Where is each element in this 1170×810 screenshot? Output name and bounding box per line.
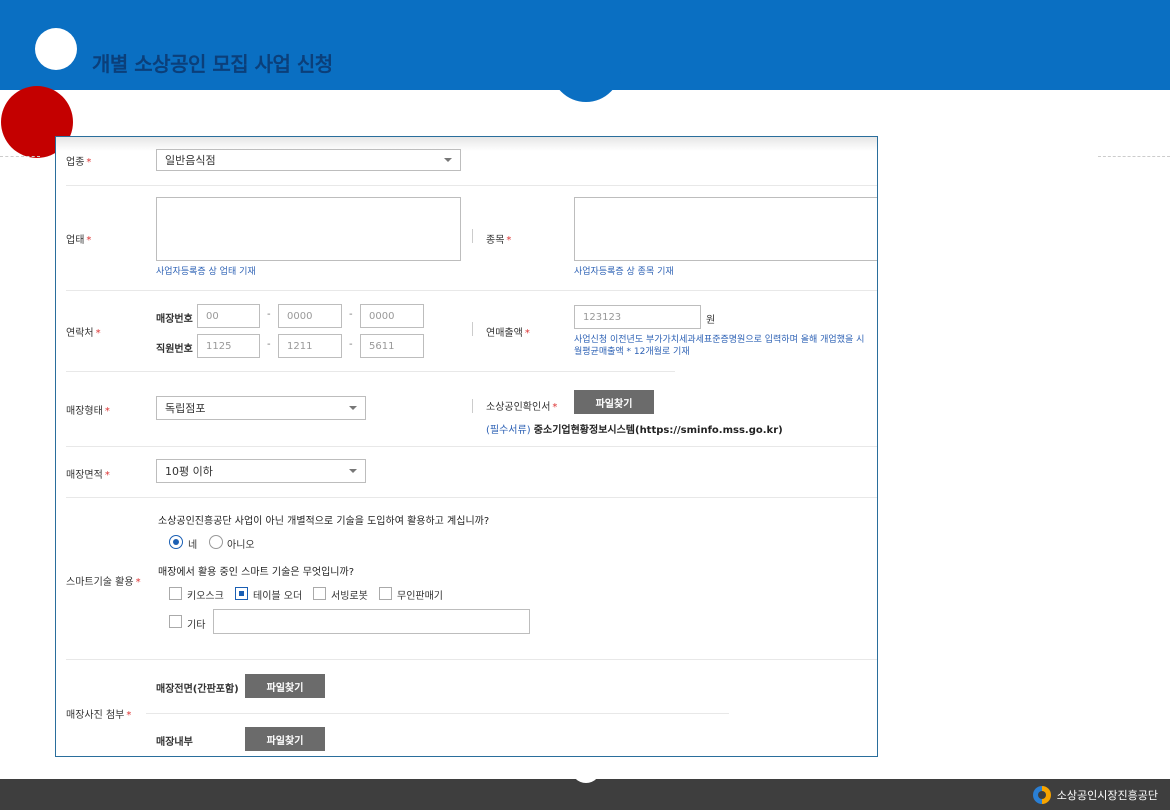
kiosk-label: 키오스크 bbox=[187, 591, 224, 602]
store-form-select[interactable]: 독립점포 bbox=[156, 396, 366, 420]
store-area-select[interactable]: 10평 이하 bbox=[156, 459, 366, 483]
yes-radio-label: 네 bbox=[188, 540, 198, 551]
front-photo-file-button[interactable]: 파일찾기 bbox=[245, 674, 325, 698]
store-phone-label: 매장번호 bbox=[156, 314, 193, 325]
chevron-down-icon bbox=[444, 158, 452, 162]
no-radio[interactable] bbox=[209, 535, 223, 549]
dashed-guide-right bbox=[1098, 156, 1170, 157]
sales-label: 연매출액 * bbox=[486, 328, 530, 339]
sales-hint-line2: 월평균매출액 * 12개월로 기재 bbox=[574, 347, 690, 357]
industry-label: 업종 * bbox=[66, 157, 92, 168]
yes-radio[interactable] bbox=[169, 535, 183, 549]
inside-photo-label: 매장내부 bbox=[156, 737, 193, 748]
inside-photo-file-button[interactable]: 파일찾기 bbox=[245, 727, 325, 751]
smart-tech-question1: 소상공인진흥공단 사업이 아닌 개별적으로 기술을 도입하여 활용하고 계십니까… bbox=[158, 516, 490, 527]
front-photo-label: 매장전면(간판포함) bbox=[156, 684, 239, 695]
agency-logo-icon bbox=[1032, 786, 1051, 804]
footer-logo: 소상공인시장진흥공단 bbox=[1032, 786, 1158, 804]
other-checkbox[interactable] bbox=[169, 615, 182, 628]
serving-robot-checkbox[interactable] bbox=[313, 587, 326, 600]
header-bump-decoration bbox=[551, 62, 621, 102]
staff-phone-part3[interactable]: 5611 bbox=[360, 334, 424, 358]
page-title: 개별 소상공인 모집 사업 신청 bbox=[92, 52, 333, 76]
smart-tech-question2: 매장에서 활용 중인 스마트 기술은 무엇입니까? bbox=[158, 567, 355, 578]
business-type-textarea[interactable] bbox=[156, 197, 461, 261]
staff-phone-part2[interactable]: 1211 bbox=[278, 334, 342, 358]
contact-label: 연락처 * bbox=[66, 328, 101, 339]
store-phone-part2[interactable]: 0000 bbox=[278, 304, 342, 328]
dashed-guide-left bbox=[0, 156, 40, 157]
header-circle-decoration bbox=[35, 28, 77, 70]
item-hint: 사업자등록증 상 종목 기재 bbox=[574, 267, 674, 277]
vending-machine-checkbox[interactable] bbox=[379, 587, 392, 600]
business-type-label: 업태 * bbox=[66, 235, 92, 246]
staff-phone-part1[interactable]: 1125 bbox=[197, 334, 260, 358]
kiosk-checkbox[interactable] bbox=[169, 587, 182, 600]
store-area-label: 매장면적 * bbox=[66, 470, 110, 481]
chevron-down-icon bbox=[349, 469, 357, 473]
header-bar: 개별 소상공인 모집 사업 신청 bbox=[0, 0, 1170, 102]
staff-phone-label: 직원번호 bbox=[156, 344, 193, 355]
vending-machine-label: 무인판매기 bbox=[397, 591, 443, 602]
footer-bar: 소상공인시장진흥공단 bbox=[0, 779, 1170, 810]
store-form-label: 매장형태 * bbox=[66, 406, 110, 417]
item-label: 종목 * bbox=[486, 235, 512, 246]
certificate-note: (필수서류) 중소기업현황정보시스템(https://sminfo.mss.go… bbox=[486, 425, 783, 436]
industry-select[interactable]: 일반음식점 bbox=[156, 149, 461, 171]
annual-sales-input[interactable]: 123123 bbox=[574, 305, 701, 329]
business-type-hint: 사업자등록증 상 업태 기재 bbox=[156, 267, 256, 277]
store-photo-label: 매장사진 첨부 * bbox=[66, 710, 132, 721]
application-form-screenshot: 업종 * 일반음식점 업태 * 사업자등록증 상 업태 기재 종목 * 사업자등록증 … bbox=[55, 136, 878, 757]
no-radio-label: 아니오 bbox=[227, 540, 255, 551]
certificate-file-button[interactable]: 파일찾기 bbox=[574, 390, 654, 414]
serving-robot-label: 서빙로봇 bbox=[331, 591, 368, 602]
store-phone-part3[interactable]: 0000 bbox=[360, 304, 424, 328]
item-textarea[interactable] bbox=[574, 197, 877, 261]
smart-tech-label: 스마트기술 활용 * bbox=[66, 577, 141, 588]
other-label: 기타 bbox=[187, 620, 206, 631]
certificate-label: 소상공인확인서 * bbox=[486, 402, 558, 413]
other-text-input[interactable] bbox=[213, 609, 530, 634]
sales-unit: 원 bbox=[706, 315, 716, 326]
chevron-down-icon bbox=[349, 406, 357, 410]
table-order-checkbox[interactable] bbox=[235, 587, 248, 600]
table-order-label: 테이블 오더 bbox=[253, 591, 303, 602]
store-phone-part1[interactable]: 00 bbox=[197, 304, 260, 328]
